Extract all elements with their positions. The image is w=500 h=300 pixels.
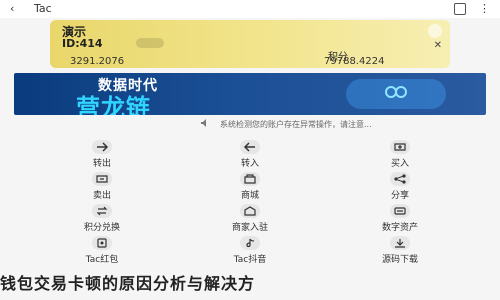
grid-item-tiktok[interactable]: Tac抖音 [210, 236, 290, 265]
grid-item-transfer-out[interactable]: 转出 [62, 140, 142, 169]
speaker-icon [201, 119, 206, 127]
merchant-join-icon [240, 204, 260, 218]
grid-item-label: 源码下载 [381, 255, 418, 265]
grid-item-label: 分享 [390, 191, 409, 201]
top-bar: ‹ Tac ⋮ [0, 0, 500, 18]
grid-item-label: Tac抖音 [233, 255, 267, 265]
notice-text: 系统检测您的账户存在异常操作，请注意... [220, 120, 372, 129]
app-title: Tac [34, 2, 52, 15]
share-icon [390, 172, 410, 186]
grid-item-label: 卖出 [92, 191, 111, 201]
sell-icon [92, 172, 112, 186]
back-icon[interactable]: ‹ [10, 2, 14, 15]
notice-bar[interactable]: 系统检测您的账户存在异常操作，请注意... [60, 117, 440, 129]
settings-icon[interactable] [428, 24, 442, 38]
wallet-id-pill [136, 38, 164, 48]
feature-grid: 转出 转入 买入 卖出 商城 分享 积分兑换 商家入驻 数字资产 Tac红包 T… [0, 140, 500, 265]
wallet-id: ID:414 [62, 37, 103, 50]
close-icon[interactable]: ✕ [434, 40, 442, 51]
share-icon[interactable] [454, 3, 466, 15]
grid-item-merchant-join[interactable]: 商家入驻 [210, 204, 290, 233]
right-value: 79788.4224 [324, 56, 385, 67]
red-packet-icon [92, 236, 112, 250]
grid-item-label: 商家入驻 [231, 223, 268, 233]
grid-item-transfer-in[interactable]: 转入 [210, 140, 290, 169]
grid-item-label: 转入 [240, 159, 259, 169]
chain-icon [385, 86, 407, 98]
banner-line-2: 营龙链 [76, 94, 151, 115]
grid-item-label: 商城 [240, 191, 259, 201]
grid-item-sell[interactable]: 卖出 [62, 172, 142, 201]
grid-item-red-packet[interactable]: Tac红包 [62, 236, 142, 265]
transfer-out-icon [92, 140, 112, 154]
transfer-in-icon [240, 140, 260, 154]
grid-item-label: 转出 [92, 159, 111, 169]
grid-item-digital-assets[interactable]: 数字资产 [360, 204, 440, 233]
grid-item-label: 积分兑换 [83, 223, 120, 233]
buy-icon [390, 140, 410, 154]
wallet-card[interactable]: 演示 ID:414 3291.2076 积分 79788.4224 ✕ [50, 20, 450, 68]
menu-icon[interactable]: ⋮ [479, 2, 490, 15]
tiktok-icon [240, 236, 260, 250]
grid-item-share[interactable]: 分享 [360, 172, 440, 201]
grid-item-label: 买入 [390, 159, 409, 169]
article-title[interactable]: 钱包交易卡顿的原因分析与解决方 [0, 270, 500, 300]
source-download-icon [390, 236, 410, 250]
grid-item-label: 数字资产 [381, 223, 418, 233]
grid-item-points-exchange[interactable]: 积分兑换 [62, 204, 142, 233]
grid-item-source-download[interactable]: 源码下载 [360, 236, 440, 265]
left-value: 3291.2076 [70, 56, 125, 67]
grid-item-label: Tac红包 [85, 255, 119, 265]
points-exchange-icon [92, 204, 112, 218]
grid-item-buy[interactable]: 买入 [360, 140, 440, 169]
shop-icon [240, 172, 260, 186]
digital-assets-icon [390, 204, 410, 218]
grid-item-shop[interactable]: 商城 [210, 172, 290, 201]
promo-banner[interactable]: 数据时代 营龙链 [14, 73, 486, 115]
